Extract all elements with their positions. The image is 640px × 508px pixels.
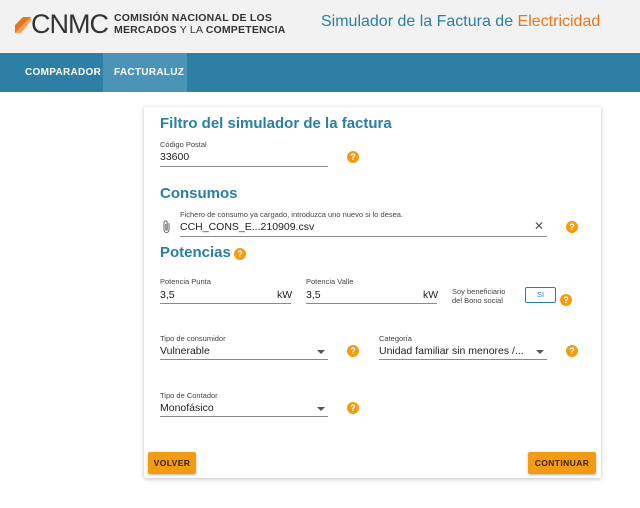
app-title: Simulador de la Factura de Electricidad [321,13,600,31]
clear-file-icon[interactable]: ✕ [534,219,544,233]
consumos-help-icon[interactable]: ? [566,221,578,233]
consumidor-help-icon[interactable]: ? [347,345,359,357]
cnmc-logo[interactable]: CNMC COMISIÓN NACIONAL DE LOS MERCADOS Y… [13,9,286,39]
valle-label: Potencia Valle [306,277,354,286]
consumption-file-name[interactable]: CCH_CONS_E...210909.csv [180,221,314,233]
potencias-title: Potencias [160,244,231,261]
bono-label-line-2: del Bono social [452,296,503,305]
consumidor-label: Tipo de consumidor [160,334,226,343]
valle-unit: kW [423,289,439,301]
punta-unit: kW [277,289,293,301]
nav-facturaluz[interactable]: FACTURALUZ [103,53,187,92]
contador-help-icon[interactable]: ? [347,402,359,414]
nav-comparador[interactable]: COMPARADOR [14,53,112,92]
categoria-underline [379,359,547,360]
app-title-main: Simulador de la Factura de [321,13,518,30]
postal-code-input[interactable]: 33600 [160,151,189,163]
file-hint: Fichero de consumo ya cargado, introduzc… [180,210,404,219]
categoria-label: Categoría [379,334,412,343]
logo-letters: CNMC [31,9,109,39]
volver-button[interactable]: VOLVER [148,452,196,474]
logo-line-2-b: Y LA [176,24,206,36]
punta-input[interactable]: 3,5 [160,289,175,301]
consumidor-underline [160,359,328,360]
logo-line-2-c: COMPETENCIA [205,24,286,36]
main-nav: COMPARADOR FACTURALUZ [0,53,640,92]
punta-underline [160,303,291,304]
bono-social-si-button[interactable]: SI [525,287,556,303]
logo-text: COMISIÓN NACIONAL DE LOS MERCADOS Y LA C… [114,12,286,36]
categoria-help-icon[interactable]: ? [566,345,578,357]
logo-line-1: COMISIÓN NACIONAL DE LOS [114,12,273,24]
valle-underline [306,303,437,304]
page: CNMC COMISIÓN NACIONAL DE LOS MERCADOS Y… [0,0,640,508]
punta-label: Potencia Punta [160,277,211,286]
top-header: CNMC COMISIÓN NACIONAL DE LOS MERCADOS Y… [0,0,640,53]
consumidor-select[interactable]: Vulnerable [160,345,210,357]
logo-line-2-a: MERCADOS [114,24,177,36]
valle-input[interactable]: 3,5 [306,289,321,301]
categoria-chevron-down-icon[interactable] [536,350,544,354]
bono-label-line-1: Soy beneficiario [452,287,506,296]
continuar-button[interactable]: CONTINUAR [528,452,596,474]
consumos-title: Consumos [160,185,238,202]
postal-help-icon[interactable]: ? [347,151,359,163]
postal-code-underline [160,166,328,167]
paperclip-icon[interactable] [161,220,173,234]
app-title-accent: Electricidad [517,13,601,30]
filter-title: Filtro del simulador de la factura [160,115,392,132]
simulator-form-card: Filtro del simulador de la factura Códig… [144,107,601,478]
logo-line-2: MERCADOS Y LA COMPETENCIA [114,24,286,36]
file-underline [180,236,547,237]
postal-code-label: Código Postal [160,140,207,149]
contador-label: Tipo de Contador [160,391,218,400]
potencias-help-icon[interactable]: ? [234,248,246,260]
bono-social-label: Soy beneficiario del Bono social [452,287,505,305]
contador-chevron-down-icon[interactable] [317,407,325,411]
categoria-select[interactable]: Unidad familiar sin menores /... [379,345,524,357]
bono-help-icon[interactable]: ? [560,294,572,306]
contador-underline [160,416,328,417]
contador-select[interactable]: Monofásico [160,402,214,414]
consumidor-chevron-down-icon[interactable] [317,350,325,354]
cnmc-logo-mark-icon [13,13,35,35]
